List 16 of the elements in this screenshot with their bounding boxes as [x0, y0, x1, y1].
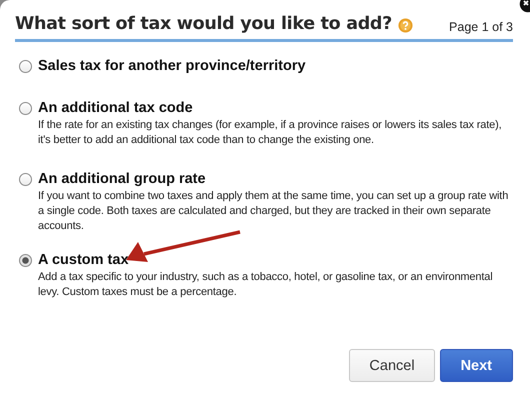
option-description: Add a tax specific to your industry, such as a tobacco, hotel, or gasoline tax, or an environmental levy. Custom taxes must be a percentage. — [38, 270, 494, 300]
option-label: An additional tax code — [38, 100, 194, 116]
option-description: If the rate for an existing tax changes (for example, if a province raises or lowers its sales tax rate), it's better to add an additional tax code than to change the existing one. — [38, 118, 503, 148]
radio-button[interactable] — [19, 254, 32, 267]
page-indicator: Page 1 of 3 — [449, 20, 513, 34]
dialog-title: What sort of tax would you like to add? — [15, 14, 392, 34]
radio-button[interactable] — [19, 102, 32, 115]
option-label: An additional group rate — [38, 171, 207, 187]
help-icon[interactable] — [398, 18, 414, 32]
radio-button[interactable] — [19, 60, 32, 73]
option-label: A custom tax — [38, 252, 130, 268]
option-description: If you want to combine two taxes and apply them at the same time, you can set up a group rate with a single code. Both taxes are calculated and charged, but they are tracked in their own separate accounts. — [38, 189, 510, 234]
next-button[interactable]: Next — [440, 349, 513, 382]
cancel-button[interactable]: Cancel — [349, 349, 435, 382]
option-label: Sales tax for another province/territory — [38, 58, 307, 74]
radio-button[interactable] — [19, 173, 32, 186]
